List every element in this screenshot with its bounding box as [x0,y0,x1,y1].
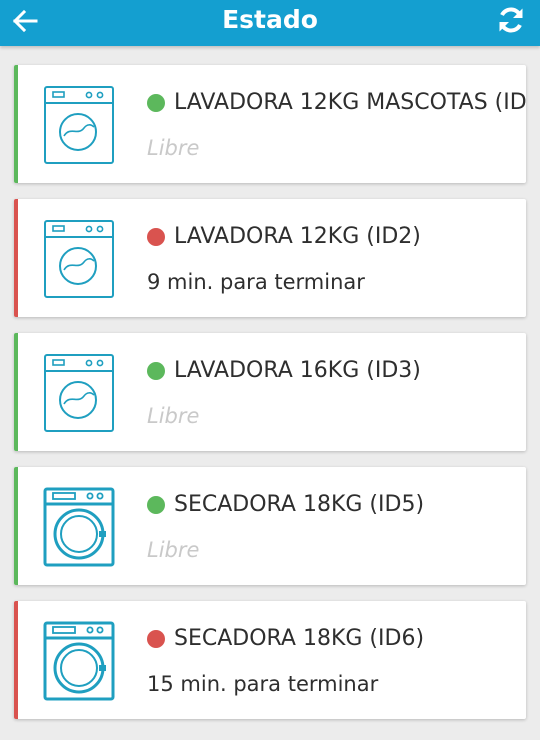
machine-name: LAVADORA 12KG (ID2) [174,224,421,249]
machine-status-text: 15 min. para terminar [147,672,379,696]
machine-card[interactable]: SECADORA 18KG (ID5) Libre [14,467,526,585]
status-strip [14,65,18,183]
machine-name: SECADORA 18KG (ID5) [174,492,425,517]
app-header: Estado [0,0,540,46]
machine-card[interactable]: SECADORA 18KG (ID6) 15 min. para terminar [14,601,526,719]
status-dot-icon [147,94,165,112]
refresh-icon[interactable] [495,4,527,36]
machine-status-text: Libre [147,538,200,562]
machine-card[interactable]: LAVADORA 16KG (ID3) Libre [14,333,526,451]
status-dot-icon [147,630,165,648]
status-strip [14,601,18,719]
status-dot-icon [147,496,165,514]
washing-machine-icon [43,353,115,433]
machine-name: LAVADORA 12KG MASCOTAS (ID1) [174,90,526,115]
status-strip [14,333,18,451]
washing-machine-icon [43,85,115,165]
machine-list: LAVADORA 12KG MASCOTAS (ID1) Libre LAVADOR… [14,65,526,735]
dryer-icon [43,621,115,701]
machine-status-text: Libre [147,136,200,160]
machine-card[interactable]: LAVADORA 12KG MASCOTAS (ID1) Libre [14,65,526,183]
page-title: Estado [222,5,318,34]
machine-status-text: Libre [147,404,200,428]
machine-status-text: 9 min. para terminar [147,270,365,294]
machine-card[interactable]: LAVADORA 12KG (ID2) 9 min. para terminar [14,199,526,317]
status-dot-icon [147,228,165,246]
status-strip [14,199,18,317]
status-dot-icon [147,362,165,380]
machine-name: SECADORA 18KG (ID6) [174,626,425,651]
dryer-icon [43,487,115,567]
machine-name: LAVADORA 16KG (ID3) [174,358,421,383]
status-strip [14,467,18,585]
washing-machine-icon [43,219,115,299]
